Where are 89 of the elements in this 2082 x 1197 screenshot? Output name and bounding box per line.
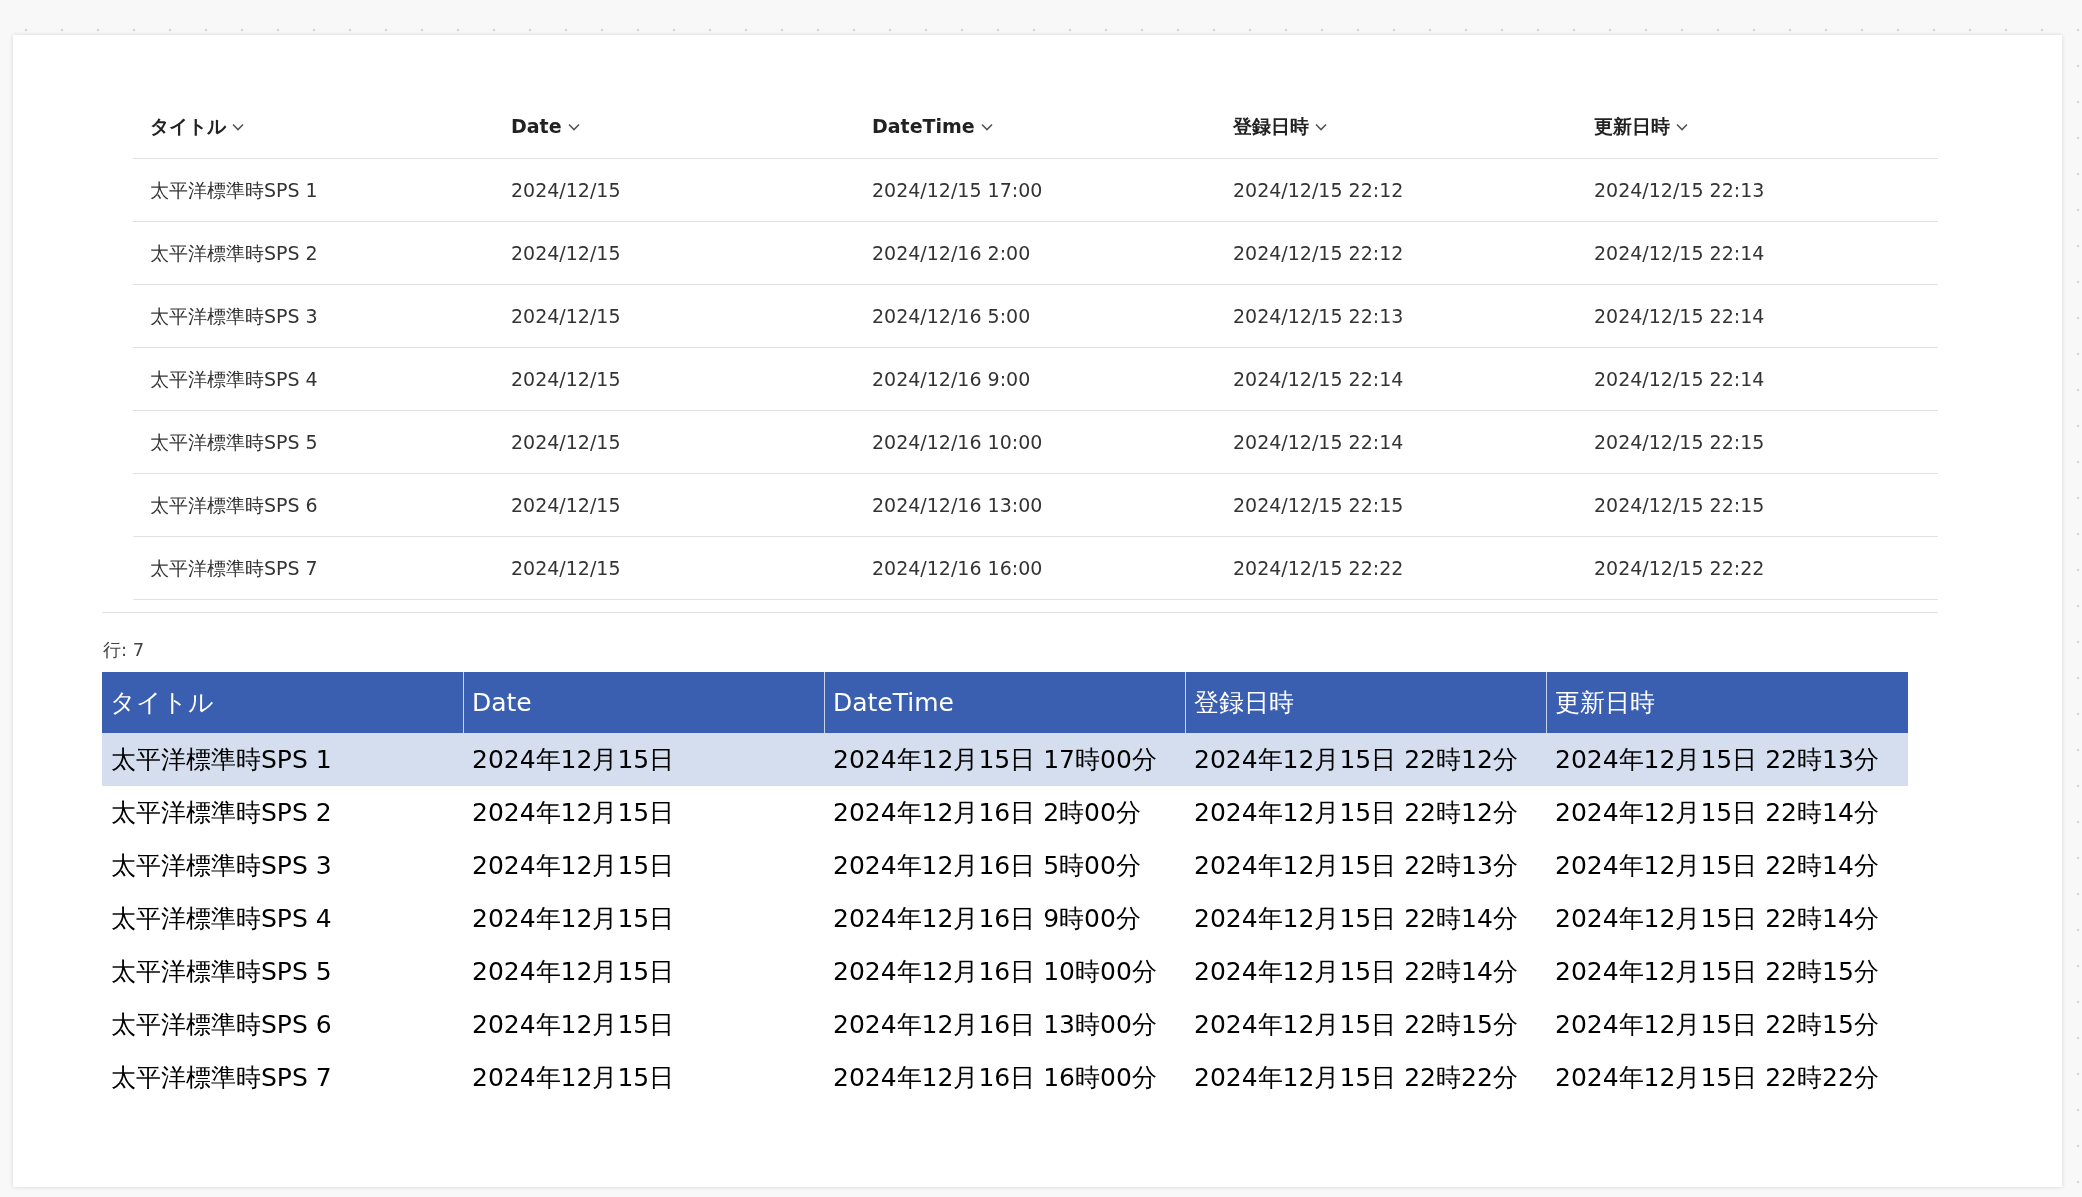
table-cell-text: 2024/12/15 <box>510 492 622 518</box>
table-cell-text: 2024年12月15日 22時15分 <box>1193 1008 1519 1041</box>
table-cell-text: 2024/12/15 22:12 <box>1232 177 1405 203</box>
table-cell-text: 2024年12月16日 16時00分 <box>832 1061 1158 1094</box>
table-cell-text: 2024年12月16日 9時00分 <box>832 902 1142 935</box>
table-cell-text: 太平洋標準時SPS 1 <box>149 177 319 203</box>
table-cell-text: 2024/12/15 <box>510 303 622 329</box>
table-cell-text: 2024年12月15日 22時15分 <box>1554 1008 1880 1041</box>
table-cell-text: 2024年12月15日 17時00分 <box>832 743 1158 776</box>
table-cell-text: 2024/12/15 22:15 <box>1593 492 1766 518</box>
table-cell-text: 2024/12/16 2:00 <box>871 240 1032 266</box>
column-header[interactable]: DateTime <box>872 112 993 141</box>
table-cell-text: 2024年12月15日 <box>471 902 676 935</box>
table-cell-text: 2024/12/15 22:13 <box>1593 177 1766 203</box>
table-cell-text: 2024年12月15日 22時22分 <box>1554 1061 1880 1094</box>
table-row[interactable]: 太平洋標準時SPS 5 2024年12月15日 2024年12月16日 10時00分 2024年12月15日 22時14分 2024年12月15日 22時15分 <box>102 945 1908 998</box>
table-cell-text: 2024/12/15 22:22 <box>1593 555 1766 581</box>
chevron-down-icon <box>1676 122 1688 131</box>
column-header[interactable]: タイトル <box>150 112 244 141</box>
table-cell-text: 太平洋標準時SPS 7 <box>110 1061 333 1094</box>
chevron-down-icon <box>980 122 993 131</box>
table-cell-text: 2024/12/15 22:14 <box>1232 429 1405 455</box>
table-cell-text: 2024年12月15日 22時14分 <box>1554 902 1880 935</box>
table-cell-text: 2024年12月16日 2時00分 <box>832 796 1142 829</box>
table-cell-text: 2024/12/16 5:00 <box>871 303 1032 329</box>
table-cell-text: 2024年12月15日 22時14分 <box>1193 955 1519 988</box>
table-cell-text: 2024/12/16 9:00 <box>871 366 1032 392</box>
table-cell-text: 2024年12月16日 5時00分 <box>832 849 1142 882</box>
table-cell-text: 2024/12/15 22:13 <box>1232 303 1405 329</box>
table-cell-text: 2024年12月15日 22時14分 <box>1554 849 1880 882</box>
column-header[interactable]: タイトル <box>102 672 463 733</box>
table-cell-text: 2024年12月15日 <box>471 955 676 988</box>
table-cell-text: 2024/12/15 22:14 <box>1593 366 1766 392</box>
table-cell-text: 2024/12/15 17:00 <box>871 177 1044 203</box>
chevron-down-icon <box>1315 122 1327 131</box>
row-count: 行: 7 <box>103 637 145 662</box>
table-cell-text: 太平洋標準時SPS 6 <box>149 492 319 518</box>
column-header[interactable]: 登録日時 <box>1233 112 1327 141</box>
table-row[interactable]: 太平洋標準時SPS 7 2024年12月15日 2024年12月16日 16時00分 2024年12月15日 22時22分 2024年12月15日 22時22分 <box>102 1051 1908 1104</box>
table-cell-text: 太平洋標準時SPS 7 <box>149 555 319 581</box>
column-header[interactable]: 更新日時 <box>1594 112 1688 141</box>
table-cell-text: 2024年12月16日 13時00分 <box>832 1008 1158 1041</box>
table-cell-text: 太平洋標準時SPS 6 <box>110 1008 333 1041</box>
table-cell-text: 太平洋標準時SPS 4 <box>149 366 319 392</box>
table-cell-text: 2024/12/16 16:00 <box>871 555 1044 581</box>
table-cell-text: 2024年12月15日 <box>471 796 676 829</box>
table-cell-text: 2024/12/15 22:14 <box>1593 303 1766 329</box>
table-cell-text: 2024/12/16 10:00 <box>871 429 1044 455</box>
table-row[interactable]: 太平洋標準時SPS 1 2024年12月15日 2024年12月15日 17時00分 2024年12月15日 22時12分 2024年12月15日 22時13分 <box>102 733 1908 786</box>
table-cell-text: 2024/12/15 22:15 <box>1593 429 1766 455</box>
table-cell-text: 2024/12/15 22:15 <box>1232 492 1405 518</box>
table-cell-text: 2024年12月15日 22時14分 <box>1193 902 1519 935</box>
table-cell-text: 太平洋標準時SPS 2 <box>110 796 333 829</box>
table-cell-text: 2024年12月15日 <box>471 743 676 776</box>
table-cell-text: 2024/12/15 <box>510 366 622 392</box>
table-cell-text: 2024年12月15日 <box>471 1061 676 1094</box>
table-cell-text: 太平洋標準時SPS 5 <box>110 955 333 988</box>
table-cell-text: 2024/12/15 22:14 <box>1232 366 1405 392</box>
table-cell-text: 太平洋標準時SPS 1 <box>110 743 333 776</box>
table-cell-text: 太平洋標準時SPS 2 <box>149 240 319 266</box>
table-cell-text: 2024年12月15日 22時14分 <box>1554 796 1880 829</box>
table-row[interactable]: 太平洋標準時SPS 6 2024年12月15日 2024年12月16日 13時00分 2024年12月15日 22時15分 2024年12月15日 22時15分 <box>102 998 1908 1051</box>
table-cell-text: 2024/12/15 22:14 <box>1593 240 1766 266</box>
table-cell-text: 2024/12/15 22:12 <box>1232 240 1405 266</box>
table-cell-text: 2024年12月15日 22時15分 <box>1554 955 1880 988</box>
table-cell-text: 2024/12/15 <box>510 177 622 203</box>
table-cell-text: 2024年12月16日 10時00分 <box>832 955 1158 988</box>
column-header[interactable]: Date <box>511 112 580 141</box>
table-row[interactable]: 太平洋標準時SPS 2 2024年12月15日 2024年12月16日 2時00分 2024年12月15日 22時12分 2024年12月15日 22時14分 <box>102 786 1908 839</box>
table-cell-text: 太平洋標準時SPS 4 <box>110 902 333 935</box>
table-cell-text: 太平洋標準時SPS 5 <box>149 429 319 455</box>
table-cell-text: 2024/12/15 <box>510 240 622 266</box>
table-cell-text: 2024年12月15日 <box>471 849 676 882</box>
chevron-down-icon <box>567 122 580 131</box>
table-cell-text: 2024年12月15日 22時12分 <box>1193 796 1519 829</box>
table-cell-text: 2024/12/16 13:00 <box>871 492 1044 518</box>
table-row[interactable]: 太平洋標準時SPS 4 2024年12月15日 2024年12月16日 9時00分 2024年12月15日 22時14分 2024年12月15日 22時14分 <box>102 892 1908 945</box>
table-row[interactable]: 太平洋標準時SPS 3 2024年12月15日 2024年12月16日 5時00分 2024年12月15日 22時13分 2024年12月15日 22時14分 <box>102 839 1908 892</box>
table-cell-text: 2024/12/15 <box>510 555 622 581</box>
table-cell-text: 2024年12月15日 22時12分 <box>1193 743 1519 776</box>
table-cell-text: 2024年12月15日 22時13分 <box>1193 849 1519 882</box>
table-cell-text: 2024年12月15日 <box>471 1008 676 1041</box>
table-cell-text: 2024年12月15日 22時13分 <box>1554 743 1880 776</box>
table-cell-text: 2024/12/15 22:22 <box>1232 555 1405 581</box>
table-cell-text: 2024/12/15 <box>510 429 622 455</box>
table-cell-text: 2024年12月15日 22時22分 <box>1193 1061 1519 1094</box>
table-cell-text: 太平洋標準時SPS 3 <box>149 303 319 329</box>
chevron-down-icon <box>232 122 244 131</box>
table-cell-text: 太平洋標準時SPS 3 <box>110 849 333 882</box>
